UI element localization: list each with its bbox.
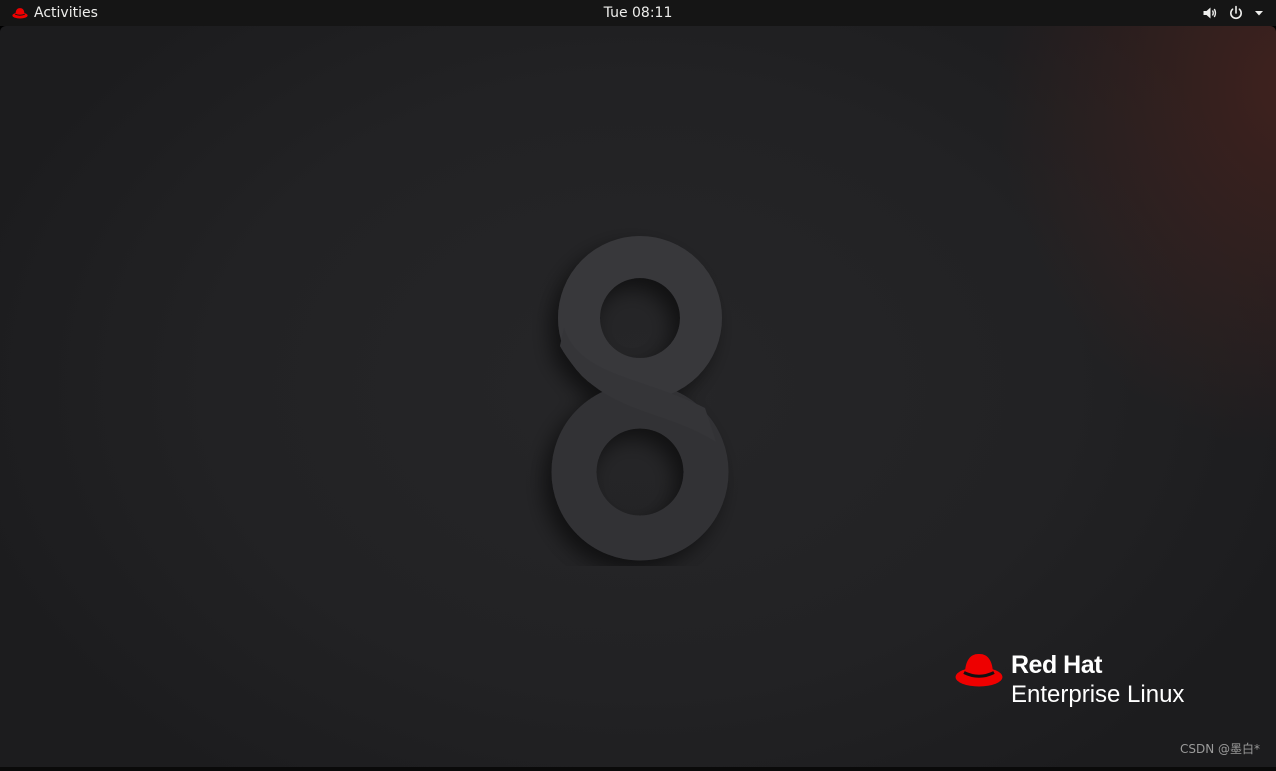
clock[interactable]: Tue 08:11 xyxy=(604,0,673,26)
desktop-background[interactable]: Red Hat Enterprise Linux CSDN @墨白* xyxy=(0,26,1276,767)
power-icon xyxy=(1228,5,1244,21)
redhat-hat-icon xyxy=(955,651,1005,693)
bottom-edge xyxy=(0,767,1276,771)
gnome-screen: Activities Tue 08:11 Red Hat Enterprise … xyxy=(0,0,1276,771)
activities-label: Activities xyxy=(34,5,98,21)
system-status-menu[interactable] xyxy=(1198,0,1268,26)
top-bar: Activities Tue 08:11 xyxy=(0,0,1276,26)
brand-name: Red Hat xyxy=(1011,651,1102,679)
redhat-logo: Red Hat Enterprise Linux xyxy=(955,651,1215,715)
watermark-text: CSDN @墨白* xyxy=(1179,742,1260,756)
brand-product: Enterprise Linux xyxy=(1011,681,1185,708)
wallpaper-eight-graphic xyxy=(551,236,729,561)
activities-button[interactable]: Activities xyxy=(8,0,102,26)
redhat-hat-icon xyxy=(12,7,28,19)
volume-icon xyxy=(1202,5,1218,21)
dropdown-arrow-icon xyxy=(1254,9,1264,17)
